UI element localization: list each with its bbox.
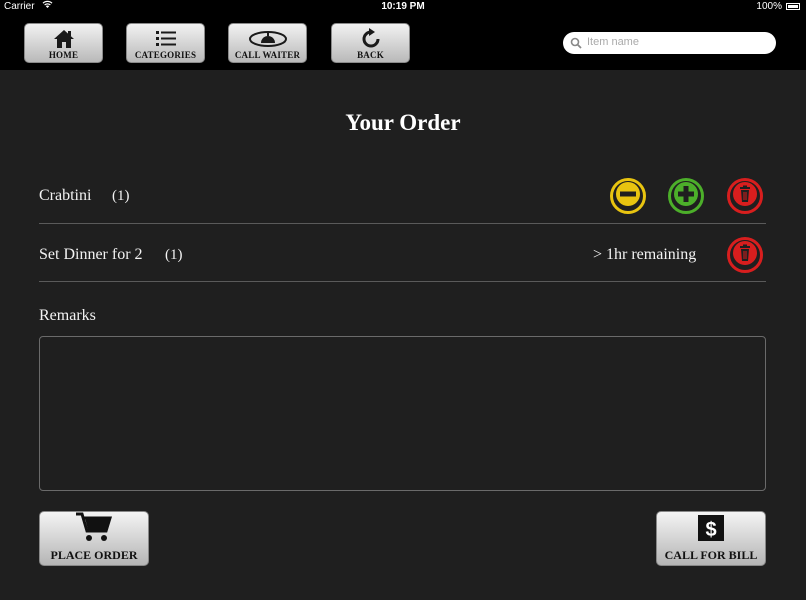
delete-item-button[interactable] [727,178,763,214]
svg-text:$: $ [705,519,716,541]
status-bar: Carrier 10:19 PM 100% [0,0,806,14]
order-item-quantity: (1) [165,247,183,263]
place-order-button[interactable]: PLACE ORDER [39,511,149,566]
battery-percent: 100% [756,1,782,12]
home-button[interactable]: HOME [24,23,103,63]
waiter-icon [248,28,288,50]
order-item-row: Set Dinner for 2 (1) > 1hr remaining [39,226,766,284]
call-for-bill-button[interactable]: $ CALL FOR BILL [656,511,766,566]
order-item-name: Set Dinner for 2 [39,246,143,263]
call-waiter-button-label: CALL WAITER [234,50,301,60]
back-button[interactable]: BACK [331,23,410,63]
remarks-label: Remarks [39,307,96,324]
plus-icon [671,179,701,214]
order-item-row: Crabtini (1) [39,168,766,226]
categories-button[interactable]: CATEGORIES [126,23,205,63]
row-divider [39,223,766,224]
trash-icon [730,179,760,214]
clock: 10:19 PM [381,1,425,12]
categories-button-label: CATEGORIES [134,50,197,60]
remarks-field[interactable] [39,336,766,491]
minus-icon [613,179,643,214]
search-box[interactable] [563,32,776,54]
back-button-label: BACK [357,50,384,60]
dollar-icon: $ [696,513,726,548]
call-for-bill-label: CALL FOR BILL [664,548,758,562]
remaining-time: > 1hr remaining [593,246,697,263]
order-item-name: Crabtini [39,187,92,204]
order-item-quantity: (1) [112,188,130,204]
shopping-cart-icon [74,511,114,548]
search-icon [570,36,582,54]
list-icon [154,28,178,50]
battery-icon [786,3,800,10]
home-icon [53,28,75,50]
search-input[interactable] [587,32,767,52]
page-title: Your Order [345,110,461,135]
home-button-label: HOME [48,50,79,60]
refresh-back-icon [360,28,382,50]
row-divider [39,281,766,282]
place-order-label: PLACE ORDER [50,548,138,562]
toolbar: HOME CATEGORIES CALL WAITER BACK Item na… [0,14,806,70]
trash-icon [730,238,760,273]
call-waiter-button[interactable]: CALL WAITER [228,23,307,63]
decrease-quantity-button[interactable] [610,178,646,214]
increase-quantity-button[interactable] [668,178,704,214]
delete-item-button[interactable] [727,237,763,273]
